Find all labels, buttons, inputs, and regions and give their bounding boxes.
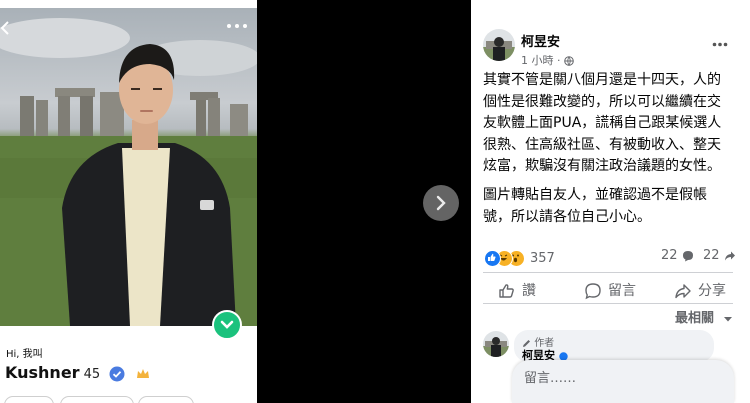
post-meta: 1 小時 · (521, 52, 574, 68)
thumbs-up-icon (499, 284, 514, 298)
share-arrow-icon (724, 251, 735, 260)
back-arrow-icon[interactable] (0, 20, 14, 38)
post-divider (483, 272, 733, 273)
profile-photo-illustration (0, 18, 257, 326)
share-action-button[interactable]: 分享 (674, 280, 726, 300)
like-action-label: 讚 (522, 283, 536, 299)
like-action-button[interactable]: 讚 (498, 280, 536, 300)
comment-count[interactable]: 22 (661, 248, 694, 263)
globe-icon (564, 56, 574, 67)
author-avatar[interactable] (483, 29, 515, 61)
share-action-label: 分享 (698, 283, 726, 299)
comment-bubble-icon (682, 250, 693, 261)
crown-icon (137, 368, 150, 378)
post-text-paragraph: 圖片轉貼自友人，並確認過不是假帳號，所以請各位自己小心。 (483, 187, 707, 225)
post-text-paragraph: 其實不管是關八個月還是十四天，人的個性是很難改變的，所以可以繼續在交友軟體上面P… (483, 72, 722, 174)
post-author-name[interactable]: 柯昱安 (521, 31, 560, 50)
next-photo-button[interactable] (423, 185, 459, 221)
share-count-value: 22 (703, 248, 720, 263)
comment-action-button[interactable]: 留言 (584, 280, 636, 300)
comment-icon (585, 283, 601, 300)
comment-composer[interactable] (512, 360, 734, 403)
reaction-count: 357 (530, 251, 555, 266)
chevron-right-icon (436, 195, 446, 211)
profile-chip (138, 396, 194, 403)
profile-photo[interactable] (0, 8, 257, 326)
chevron-down-icon (220, 320, 234, 329)
like-button[interactable] (212, 310, 242, 340)
post-time[interactable]: 1 小時 (521, 54, 554, 67)
comment-sort-dropdown[interactable]: 最相關 (675, 307, 733, 326)
profile-name: Kushner (5, 363, 80, 382)
profile-name-row: Kushner 45 (5, 363, 150, 383)
verified-badge-icon (109, 366, 125, 381)
more-dots-icon[interactable] (226, 18, 248, 30)
comment-count-value: 22 (661, 248, 678, 263)
post-divider (483, 303, 733, 304)
like-reaction-icon (484, 250, 501, 267)
share-icon (675, 284, 691, 299)
meta-separator: · (557, 54, 561, 67)
profile-age: 45 (83, 367, 101, 382)
comment-input[interactable] (522, 370, 726, 387)
comment-sort-label: 最相關 (675, 311, 715, 326)
profile-chip (4, 396, 54, 403)
comment-action-label: 留言 (608, 283, 636, 299)
comment-author-avatar[interactable] (483, 331, 509, 357)
post-more-options-icon[interactable] (712, 33, 728, 51)
dating-profile-card: Hi, 我叫 Kushner 45 (0, 0, 257, 403)
profile-chip (60, 396, 134, 403)
reactions-summary[interactable]: 357 (484, 248, 555, 267)
profile-greeting: Hi, 我叫 (6, 349, 43, 360)
caret-down-icon (723, 316, 732, 321)
share-count[interactable]: 22 (703, 248, 736, 263)
